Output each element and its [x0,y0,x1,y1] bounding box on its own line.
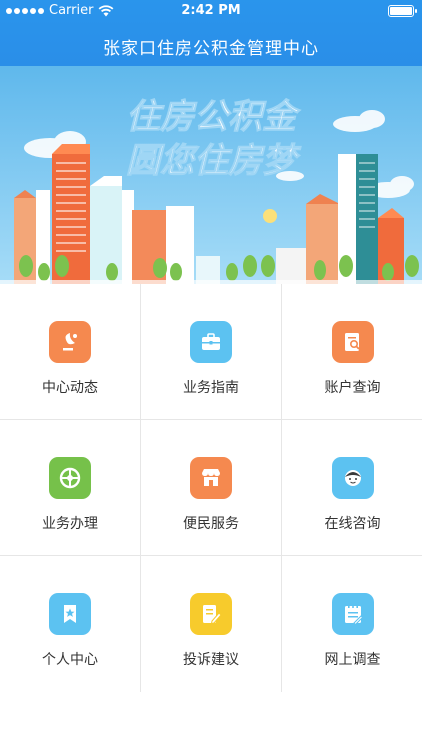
shop-icon [190,457,232,499]
menu-item-business[interactable]: 业务办理 [0,420,141,556]
page-title: 张家口住房公积金管理中心 [103,39,319,59]
menu-item-label: 个人中心 [42,652,98,668]
menu-item-account-query[interactable]: 账户查询 [282,284,422,420]
banner-line1: 住房公积金 [126,97,301,137]
menu-item-complaint[interactable]: 投诉建议 [141,556,282,692]
target-icon [49,457,91,499]
app-header: Carrier 2:42 PM 张家口住房公积金管理中心 [0,0,422,66]
notepad-icon [331,593,374,635]
satellite-dish-icon [49,321,91,363]
menu-item-label: 业务办理 [42,516,98,532]
menu-item-convenience[interactable]: 便民服务 [141,420,282,556]
menu-item-personal-center[interactable]: 个人中心 [0,556,141,692]
edit-note-icon [190,593,232,635]
menu-item-label: 中心动态 [42,380,98,396]
battery-icon [388,5,417,17]
menu-item-news[interactable]: 中心动态 [0,284,141,420]
status-bar: Carrier 2:42 PM [0,0,422,22]
menu-item-survey[interactable]: 网上调查 [282,556,422,692]
briefcase-icon [190,321,232,363]
menu-item-label: 投诉建议 [183,652,239,668]
menu-item-guide[interactable]: 业务指南 [141,284,282,420]
status-time: 2:42 PM [181,3,241,18]
menu-item-label: 网上调查 [324,652,381,668]
hero-banner: 住房公积金 圆您住房梦 [0,66,422,284]
menu-item-label: 账户查询 [324,380,381,396]
banner-line2: 圆您住房梦 [126,141,302,181]
menu-item-label: 在线咨询 [324,516,381,532]
menu-grid: 中心动态 业务指南 账户查询 业务办理 便民服务 在线咨询 个人中心 投诉建议 … [0,284,422,692]
menu-item-label: 业务指南 [183,380,239,396]
menu-item-label: 便民服务 [183,516,239,532]
bookmark-star-icon [49,593,91,635]
service-agent-icon [331,457,374,499]
city-illustration: 住房公积金 圆您住房梦 [0,66,422,284]
document-search-icon [331,321,374,363]
menu-item-consult[interactable]: 在线咨询 [282,420,422,556]
